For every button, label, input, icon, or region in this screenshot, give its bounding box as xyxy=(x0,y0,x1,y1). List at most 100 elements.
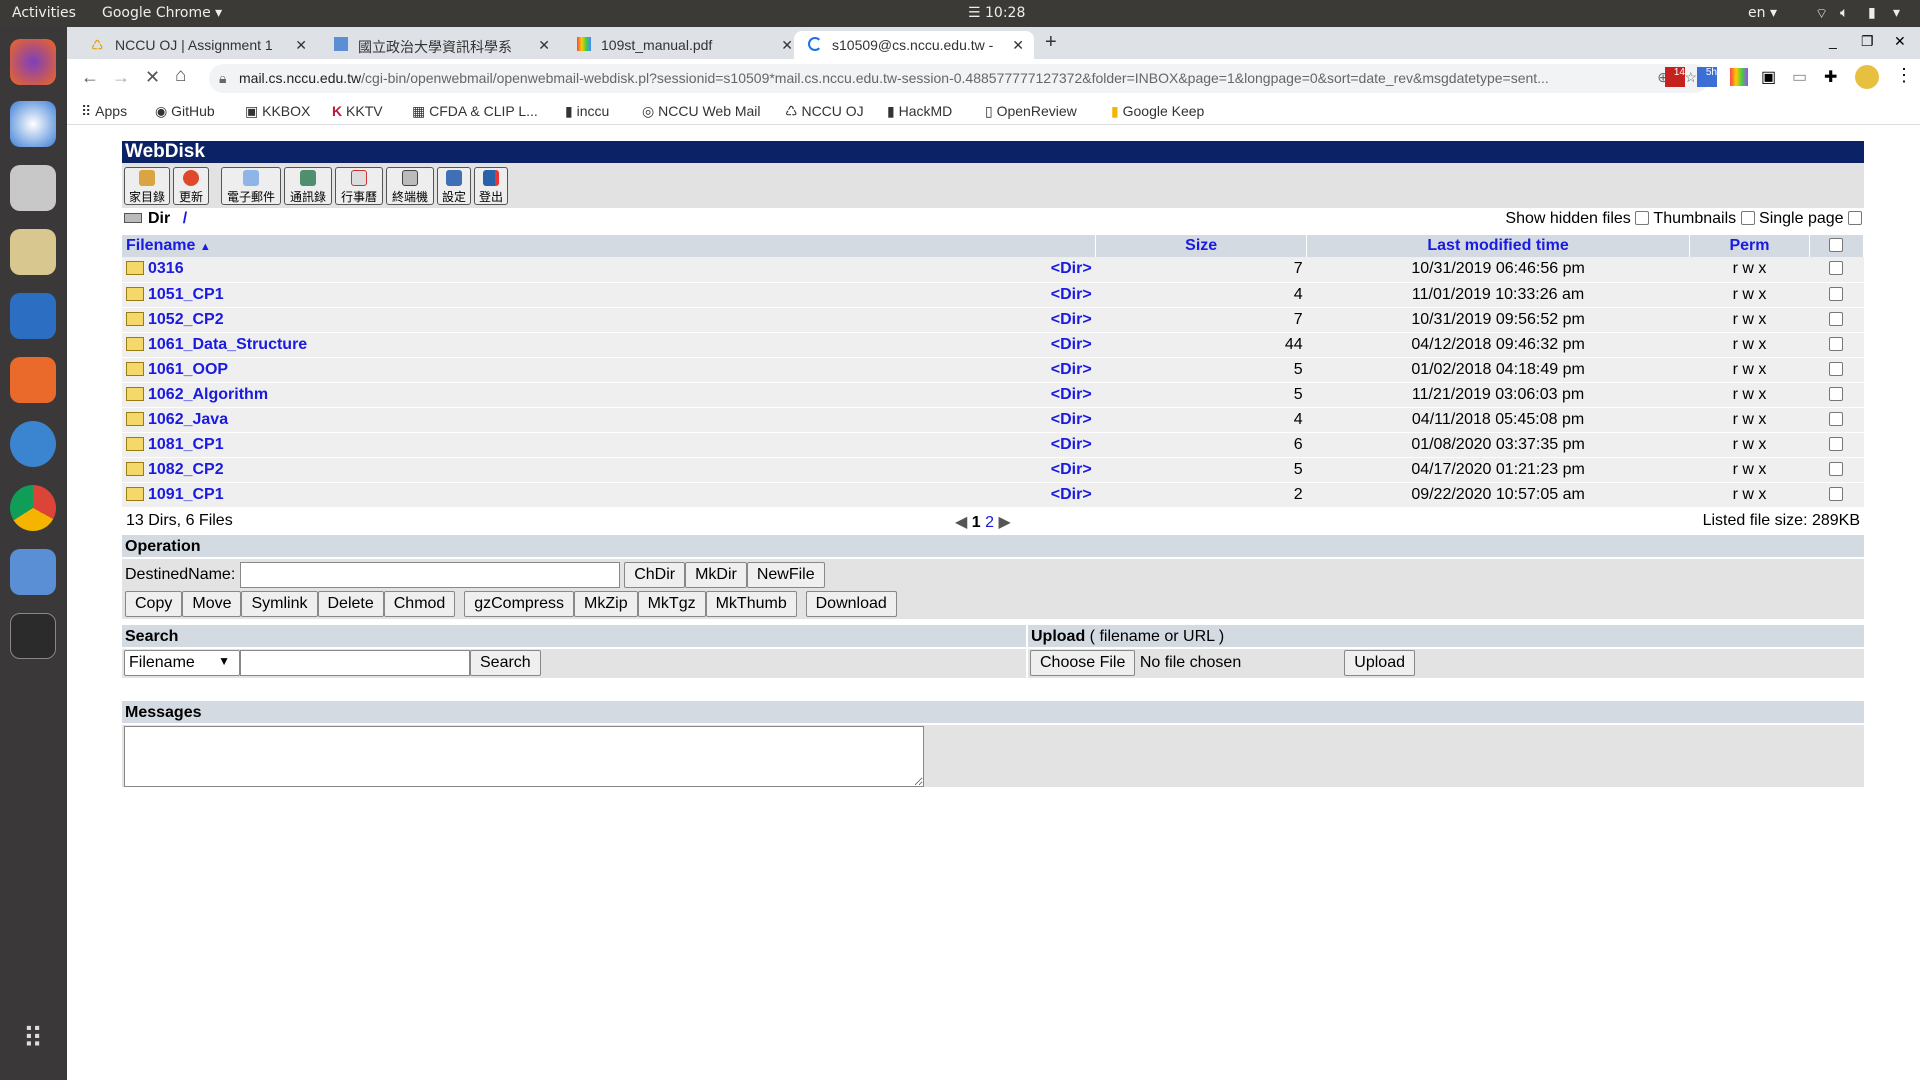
folder-link[interactable]: 1051_CP1 xyxy=(148,286,224,303)
row-checkbox[interactable] xyxy=(1829,286,1844,301)
dir-link[interactable]: <Dir> xyxy=(1051,286,1092,303)
gmail-extension-icon[interactable]: 14 xyxy=(1665,67,1685,87)
dir-path-link[interactable]: / xyxy=(183,210,187,227)
thunderbird-icon[interactable] xyxy=(10,101,56,147)
app-grid-icon[interactable]: ⠿ xyxy=(10,1022,56,1068)
writer-icon[interactable] xyxy=(10,293,56,339)
row-checkbox[interactable] xyxy=(1829,261,1844,276)
mkdir-button[interactable]: MkDir xyxy=(685,562,747,588)
thumbnails-checkbox[interactable] xyxy=(1740,211,1755,225)
dir-link[interactable]: <Dir> xyxy=(1051,486,1092,503)
row-checkbox[interactable] xyxy=(1829,461,1844,476)
row-checkbox[interactable] xyxy=(1829,336,1844,351)
tab-webmail[interactable]: s10509@cs.nccu.edu.tw - ✕ xyxy=(794,31,1034,59)
search-input[interactable] xyxy=(240,650,470,676)
move-button[interactable]: Move xyxy=(182,591,242,617)
folder-link[interactable]: 1062_Algorithm xyxy=(148,386,268,403)
files-icon[interactable] xyxy=(10,165,56,211)
clock[interactable]: ☰ 10:28 xyxy=(968,5,1025,21)
bookmark-nccu-web-mail[interactable]: ◎ NCCU Web Mail xyxy=(642,103,761,120)
bookmark-inccu[interactable]: ▮ inccu xyxy=(565,103,609,120)
tab-manual-pdf[interactable]: 109st_manual.pdf ✕ xyxy=(563,31,803,59)
keep-extension-icon[interactable]: ▣ xyxy=(1761,67,1776,87)
row-checkbox[interactable] xyxy=(1829,436,1844,451)
dir-link[interactable]: <Dir> xyxy=(1051,411,1092,428)
row-checkbox[interactable] xyxy=(1829,486,1844,501)
folder-link[interactable]: 1091_CP1 xyxy=(148,486,224,503)
select-all-checkbox[interactable] xyxy=(1829,238,1844,252)
upload-button[interactable]: Upload xyxy=(1344,650,1415,676)
bookmark-star-icon[interactable]: ☆ xyxy=(1684,69,1697,86)
activities-button[interactable]: Activities xyxy=(12,5,76,21)
folder-link[interactable]: 1061_OOP xyxy=(148,361,228,378)
search-field-select[interactable]: Filename ▼ xyxy=(124,650,240,676)
firefox-icon[interactable] xyxy=(10,39,56,85)
chmod-button[interactable]: Chmod xyxy=(383,591,456,617)
close-icon[interactable]: ✕ xyxy=(781,37,793,54)
avatar[interactable] xyxy=(1855,65,1879,89)
help-icon[interactable] xyxy=(10,421,56,467)
bookmark-hackmd[interactable]: ▮ HackMD xyxy=(887,103,952,120)
close-icon[interactable]: ✕ xyxy=(1012,37,1024,54)
close-window-button[interactable]: ✕ xyxy=(1894,33,1906,50)
bookmark-kkbox[interactable]: ▣ KKBOX xyxy=(245,103,310,120)
system-menu-chevron-icon[interactable]: ▾ xyxy=(1893,5,1900,21)
mail-button[interactable]: 電子郵件 xyxy=(221,167,281,205)
menu-kebab-icon[interactable]: ⋮ xyxy=(1895,65,1913,86)
folder-link[interactable]: 1082_CP2 xyxy=(148,461,224,478)
tab-nccu-oj[interactable]: ♺ NCCU OJ | Assignment 1 ✕ xyxy=(77,31,317,59)
forward-button[interactable]: → xyxy=(112,67,130,88)
app-menu[interactable]: Google Chrome ▾ xyxy=(102,5,222,21)
software-center-icon[interactable] xyxy=(10,357,56,403)
delete-button[interactable]: Delete xyxy=(317,591,384,617)
close-icon[interactable]: ✕ xyxy=(295,37,307,54)
tab-cs-dept[interactable]: 國立政治大學資訊科學系 ✕ xyxy=(320,31,560,59)
dir-link[interactable]: <Dir> xyxy=(1051,311,1092,328)
stop-button[interactable]: ✕ xyxy=(145,67,160,88)
download-button[interactable]: Download xyxy=(805,591,897,617)
row-checkbox[interactable] xyxy=(1829,361,1844,376)
gzcompress-button[interactable]: gzCompress xyxy=(464,591,575,617)
folder-link[interactable]: 1061_Data_Structure xyxy=(148,336,307,353)
row-checkbox[interactable] xyxy=(1829,311,1844,326)
addressbook-button[interactable]: 通訊錄 xyxy=(284,167,332,205)
page-2-link[interactable]: 2 xyxy=(985,514,994,531)
folder-link[interactable]: 0316 xyxy=(148,260,184,277)
folder-link[interactable]: 1052_CP2 xyxy=(148,311,224,328)
bookmark-nccu-oj[interactable]: ♺ NCCU OJ xyxy=(785,103,864,120)
sort-filename-header[interactable]: Filename ▲ xyxy=(122,235,1097,257)
dir-link[interactable]: <Dir> xyxy=(1051,361,1092,378)
battery-icon[interactable]: ▮ xyxy=(1868,5,1876,21)
show-hidden-checkbox[interactable] xyxy=(1635,211,1650,225)
settings-button[interactable]: 設定 xyxy=(437,167,471,205)
row-checkbox[interactable] xyxy=(1829,386,1844,401)
calendar-button[interactable]: 行事曆 xyxy=(335,167,383,205)
refresh-button[interactable]: 更新 xyxy=(173,167,209,205)
single-page-checkbox[interactable] xyxy=(1848,211,1862,225)
close-icon[interactable]: ✕ xyxy=(538,37,550,54)
prev-page-icon[interactable]: ◀ xyxy=(955,514,967,531)
bookmark-openreview[interactable]: ▯ OpenReview xyxy=(985,103,1077,120)
bookmark-github[interactable]: ◉ GitHub xyxy=(155,103,215,120)
home-button[interactable]: ⌂ xyxy=(175,65,186,87)
sort-size-header[interactable]: Size xyxy=(1095,235,1308,257)
bookmark-apps[interactable]: ⠿ Apps xyxy=(81,103,127,120)
extensions-puzzle-icon[interactable]: ✚ xyxy=(1824,67,1837,87)
color-extension-icon[interactable] xyxy=(1730,68,1748,86)
bookmark-kktv[interactable]: K KKTV xyxy=(332,103,383,119)
symlink-button[interactable]: Symlink xyxy=(241,591,318,617)
terminal-button[interactable]: 終端機 xyxy=(386,167,434,205)
cast-extension-icon[interactable]: ▭ xyxy=(1792,67,1807,87)
choose-file-button[interactable]: Choose File xyxy=(1030,650,1136,676)
next-page-icon[interactable]: ▶ xyxy=(998,514,1010,531)
bookmark-google-keep[interactable]: ▮ Google Keep xyxy=(1111,103,1204,120)
new-tab-button[interactable]: + xyxy=(1045,31,1057,54)
folder-link[interactable]: 1062_Java xyxy=(148,411,228,428)
dir-link[interactable]: <Dir> xyxy=(1051,436,1092,453)
dir-link[interactable]: <Dir> xyxy=(1051,260,1092,277)
back-button[interactable]: ← xyxy=(81,67,99,88)
calendar-icon[interactable] xyxy=(10,549,56,595)
terminal-icon[interactable] xyxy=(10,613,56,659)
wifi-icon[interactable]: ⌔ xyxy=(1815,5,1828,23)
destined-name-input[interactable] xyxy=(239,562,620,588)
